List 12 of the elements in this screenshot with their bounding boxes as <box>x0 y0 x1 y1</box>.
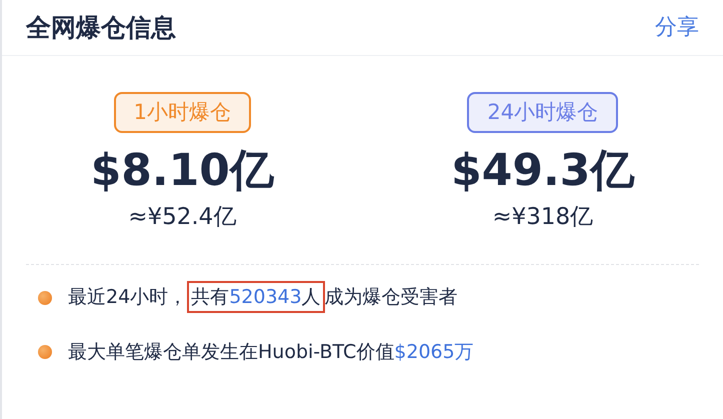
cny-amount: ≈¥52.4亿 <box>128 202 236 232</box>
cny-amount: ≈¥318亿 <box>492 202 594 232</box>
period-badge: 24小时爆仓 <box>467 92 618 134</box>
usd-amount: $49.3亿 <box>451 147 634 196</box>
usd-amount: $8.10亿 <box>90 147 274 196</box>
fact-text: 最近24小时， 共有520343人 成为爆仓受害者 <box>68 283 458 312</box>
panel-title: 全网爆仓信息 <box>26 12 176 44</box>
bullet-icon <box>38 290 52 305</box>
fact-text: 最大单笔爆仓单发生在Huobi-BTC价值$2065万 <box>68 340 474 365</box>
period-badge: 1小时爆仓 <box>114 92 251 134</box>
share-link[interactable]: 分享 <box>655 11 699 44</box>
bullet-icon <box>38 345 52 360</box>
